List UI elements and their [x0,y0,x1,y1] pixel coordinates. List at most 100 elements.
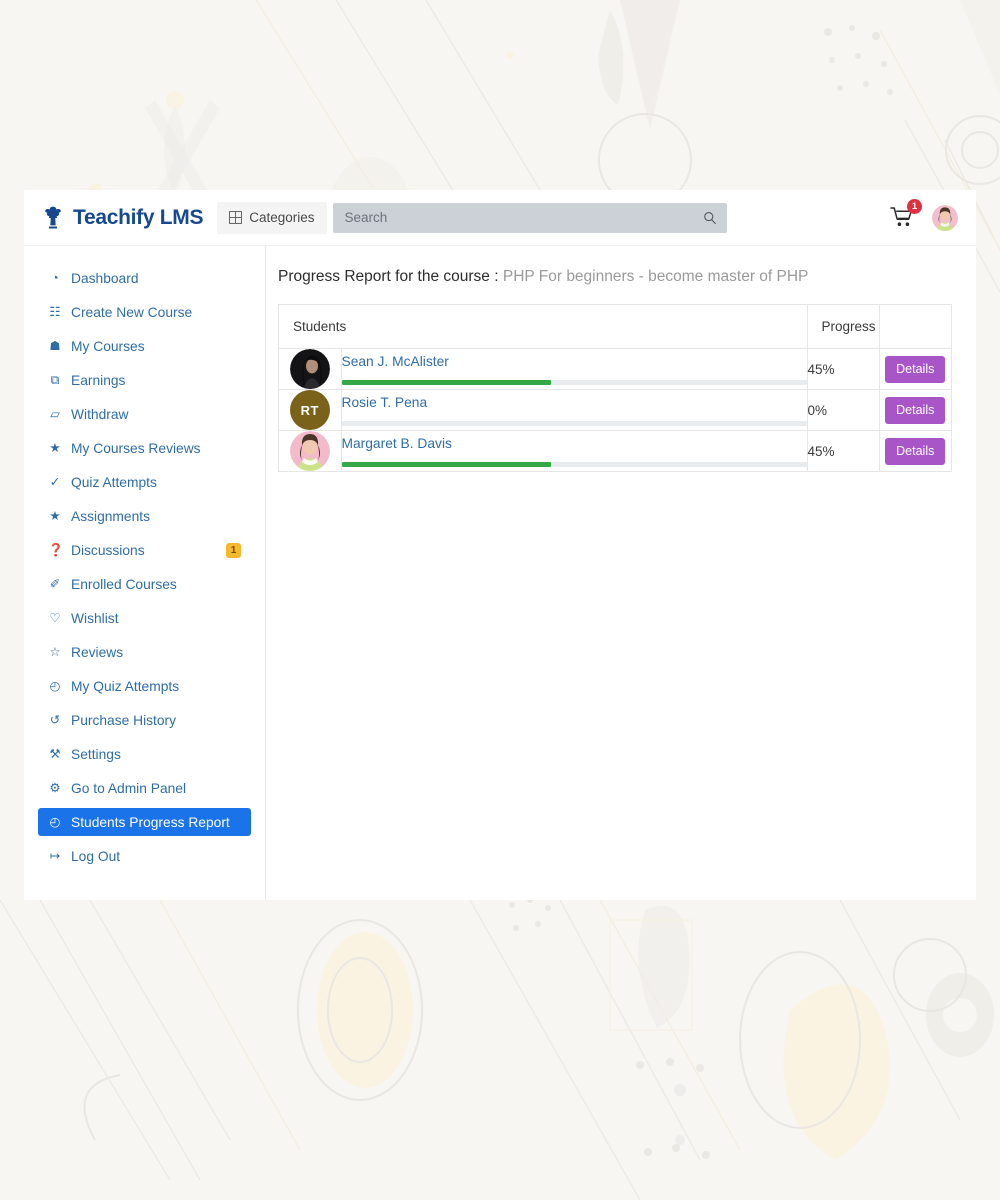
sidebar-item-label: My Courses [71,339,241,354]
sidebar-item-label: My Quiz Attempts [71,679,241,694]
cart-count-badge: 1 [907,199,922,214]
sidebar-item-label: Students Progress Report [71,815,241,830]
star-icon: ★ [48,442,62,455]
action-cell: Details [879,349,951,390]
progress-bar-track [342,462,807,467]
sidebar-item-label: Go to Admin Panel [71,781,241,796]
grid-icon [229,211,242,224]
main-content: Progress Report for the course : PHP For… [266,246,976,900]
student-cell: Rosie T. Pena [341,390,807,431]
column-header-students: Students [279,305,807,349]
star-icon: ★ [48,510,62,523]
students-progress-table: Students Progress Sean J. McAlister45%De… [279,305,951,471]
torch-logo-icon [40,205,66,231]
categories-button[interactable]: Categories [217,202,326,234]
search-box [333,203,727,233]
sidebar-item-label: Reviews [71,645,241,660]
progress-bar-track [342,380,807,385]
sidebar-item-label: Discussions [71,543,217,558]
student-avatar-cell [279,349,341,390]
progress-report-icon: ◴ [48,816,62,829]
progress-bar-track [342,421,807,426]
sidebar-item-my-courses[interactable]: ☗ My Courses [38,332,251,360]
sidebar-item-go-to-admin-panel[interactable]: ⚙ Go to Admin Panel [38,774,251,802]
sidebar-navigation: ◔ Dashboard ☷Create New Course ☗ My Courses ⧉… [24,246,266,900]
dashboard-icon: ◔ [48,272,62,285]
search-input[interactable] [333,203,727,233]
progress-percent-value: 0% [807,390,879,431]
sidebar-item-label: Dashboard [71,271,241,286]
table-row: RT Rosie T. Pena 0%Details [279,390,951,431]
student-avatar-cell: RT [279,390,341,431]
settings-icon: ⚒ [48,748,62,761]
student-name-link[interactable]: Margaret B. Davis [342,436,452,451]
user-avatar-image [932,205,958,231]
sidebar-item-withdraw[interactable]: ▱Withdraw [38,400,251,428]
page-title: Progress Report for the course : PHP For… [278,268,952,286]
course-name: PHP For beginners - become master of PHP [503,268,809,285]
sidebar-item-purchase-history[interactable]: ↺ Purchase History [38,706,251,734]
enrolled-courses-icon: ✐ [48,578,62,591]
student-avatar-initials: RT [290,390,330,430]
sidebar-item-log-out[interactable]: ↦Log Out [38,842,251,870]
sidebar-item-enrolled-courses[interactable]: ✐ Enrolled Courses [38,570,251,598]
table-header-row: Students Progress [279,305,951,349]
column-header-progress: Progress [807,305,879,349]
sidebar-item-label: My Courses Reviews [71,441,241,456]
question-circle-icon: ❓ [48,544,62,557]
earnings-icon: ⧉ [48,374,62,387]
student-name-link[interactable]: Sean J. McAlister [342,354,449,369]
student-name-link[interactable]: Rosie T. Pena [342,395,428,410]
action-cell: Details [879,431,951,472]
table-body: Sean J. McAlister45%DetailsRTRosie T. Pe… [279,349,951,472]
sidebar-item-reviews[interactable]: ☆ Reviews [38,638,251,666]
app-window: Teachify LMS Categories [24,190,976,900]
brand-name: Teachify LMS [73,206,203,230]
sidebar-item-create-new-course[interactable]: ☷Create New Course [38,298,251,326]
sidebar-item-students-progress-report[interactable]: ◴ Students Progress Report [38,808,251,836]
progress-table-card: Students Progress Sean J. McAlister45%De… [278,304,952,472]
table-row: Margaret B. Davis 45%Details [279,431,951,472]
details-button[interactable]: Details [885,438,945,465]
table-row: Sean J. McAlister 45%Details [279,349,951,390]
progress-percent-value: 45% [807,431,879,472]
graduation-cap-icon: ☗ [48,340,62,353]
action-cell: Details [879,390,951,431]
categories-label: Categories [249,210,314,225]
sidebar-item-badge: 1 [226,543,241,558]
sidebar-item-label: Enrolled Courses [71,577,241,592]
sidebar-item-assignments[interactable]: ★ Assignments [38,502,251,530]
details-button[interactable]: Details [885,397,945,424]
progress-bar-fill [342,462,551,467]
history-icon: ↺ [48,714,62,727]
sidebar-item-settings[interactable]: ⚒ Settings [38,740,251,768]
brand-logo[interactable]: Teachify LMS [40,205,203,231]
page-title-prefix: Progress Report for the course : [278,268,499,285]
sidebar-item-label: Assignments [71,509,241,524]
sidebar-item-label: Wishlist [71,611,241,626]
sidebar-item-wishlist[interactable]: ♡Wishlist [38,604,251,632]
table-head: Students Progress [279,305,951,349]
details-button[interactable]: Details [885,356,945,383]
sidebar-item-label: Create New Course [71,305,241,320]
sidebar-item-discussions[interactable]: ❓ Discussions 1 [38,536,251,564]
sidebar-item-dashboard[interactable]: ◔ Dashboard [38,264,251,292]
sidebar-item-quiz-attempts[interactable]: ✓Quiz Attempts [38,468,251,496]
progress-percent-value: 45% [807,349,879,390]
sidebar-item-my-quiz-attempts[interactable]: ◴My Quiz Attempts [38,672,251,700]
topbar-right-actions: 1 [890,205,958,231]
sidebar-item-my-courses-reviews[interactable]: ★ My Courses Reviews [38,434,251,462]
column-header-actions [879,305,951,349]
search-icon[interactable] [703,211,717,225]
cart-button[interactable]: 1 [890,206,914,230]
star-half-icon: ☆ [48,646,62,659]
sidebar-item-earnings[interactable]: ⧉Earnings [38,366,251,394]
sidebar-item-label: Purchase History [71,713,241,728]
avatar[interactable] [932,205,958,231]
double-check-icon: ✓ [48,476,62,489]
admin-panel-icon: ⚙ [48,782,62,795]
sidebar-item-label: Settings [71,747,241,762]
student-avatar-photo [290,431,330,471]
withdraw-icon: ▱ [48,408,62,421]
student-avatar-cell [279,431,341,472]
